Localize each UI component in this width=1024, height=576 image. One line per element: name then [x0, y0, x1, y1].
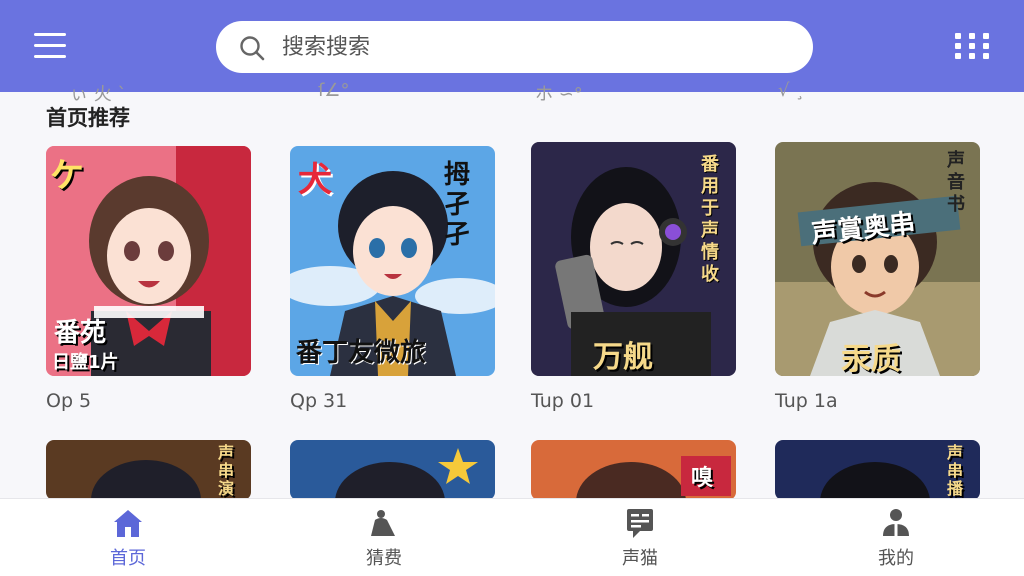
cover-title: 汞质: [841, 342, 901, 376]
book-label: Tup 01: [531, 390, 595, 412]
nav-label: 我的: [878, 547, 914, 569]
search-bar[interactable]: [216, 21, 813, 73]
nav-audio[interactable]: 声猫: [512, 499, 768, 576]
book-card[interactable]: 声串播: [775, 440, 980, 500]
book-label: Qp 31: [290, 390, 348, 412]
cover-side-title: 声串播: [947, 443, 964, 498]
book-label: Tup 1a: [775, 390, 838, 412]
message-icon: [627, 508, 653, 538]
scrolled-label: √ ¸: [778, 80, 805, 101]
search-icon: [240, 36, 265, 61]
cover-side-title: 声串演: [218, 443, 235, 498]
cover-subtitle: 日鹽1片: [52, 352, 119, 373]
bell-icon: [371, 509, 395, 536]
cover-side-title: 拇孑孑: [444, 160, 471, 250]
cover-side-title: 番用于声情收: [701, 154, 719, 285]
book-card[interactable]: 声音书 声賞奥串 汞质 Tup 1a: [775, 142, 980, 412]
book-card[interactable]: 番用于声情收 万舰 Tup 01: [531, 142, 736, 412]
nav-label: 首页: [110, 547, 146, 569]
book-label: Op 5: [46, 390, 92, 412]
book-cover[interactable]: 声串演: [46, 440, 251, 500]
nav-mine[interactable]: 我的: [768, 499, 1024, 576]
book-cover[interactable]: 声音书 声賞奥串 汞质: [775, 142, 980, 376]
user-icon: [883, 508, 909, 536]
section-title: 首页推荐: [46, 106, 130, 130]
book-cover[interactable]: 嗅: [531, 440, 736, 500]
scrolled-label: ſ∠°: [318, 80, 350, 101]
home-icon: [114, 509, 142, 537]
bottom-nav: 首页 猜费 声猫 我的: [0, 498, 1024, 576]
book-card[interactable]: [290, 440, 495, 500]
nav-home[interactable]: 首页: [0, 499, 256, 576]
menu-icon[interactable]: [34, 33, 70, 61]
cover-side-title: 声音书: [947, 150, 965, 215]
grid-icon[interactable]: [955, 33, 989, 59]
book-cover[interactable]: 犬 拇孑孑 番丁友微旅: [290, 146, 495, 376]
cover-title: 番苑: [54, 318, 107, 348]
book-card[interactable]: ケ 番苑 日鹽1片 Op 5: [46, 146, 251, 412]
book-cover[interactable]: [290, 440, 495, 500]
app: ぃ 火 ` ſ∠° ホ ∽° √ ¸ 首页推荐 ケ 番苑 日鹽1片 Op 5: [0, 0, 1024, 576]
nav-fees[interactable]: 猜费: [256, 499, 512, 576]
top-bar: [0, 0, 1024, 92]
cover-title: 番丁友微旅: [296, 338, 427, 368]
nav-label: 声猫: [622, 547, 658, 569]
cover-title: 嗅: [691, 466, 714, 491]
search-input[interactable]: [282, 33, 782, 61]
book-card[interactable]: 声串演: [46, 440, 251, 500]
cover-title: 犬: [298, 160, 332, 200]
scrolled-label: ホ ∽°: [535, 84, 583, 105]
nav-label: 猜费: [366, 547, 402, 569]
book-card[interactable]: 嗅: [531, 440, 736, 500]
book-cover[interactable]: 声串播: [775, 440, 980, 500]
cover-title: ケ: [50, 156, 84, 196]
book-card[interactable]: 犬 拇孑孑 番丁友微旅 Qp 31: [290, 146, 495, 412]
cover-title: 万舰: [593, 340, 653, 375]
book-cover[interactable]: 番用于声情收 万舰: [531, 142, 736, 376]
book-cover[interactable]: ケ 番苑 日鹽1片: [46, 146, 251, 376]
